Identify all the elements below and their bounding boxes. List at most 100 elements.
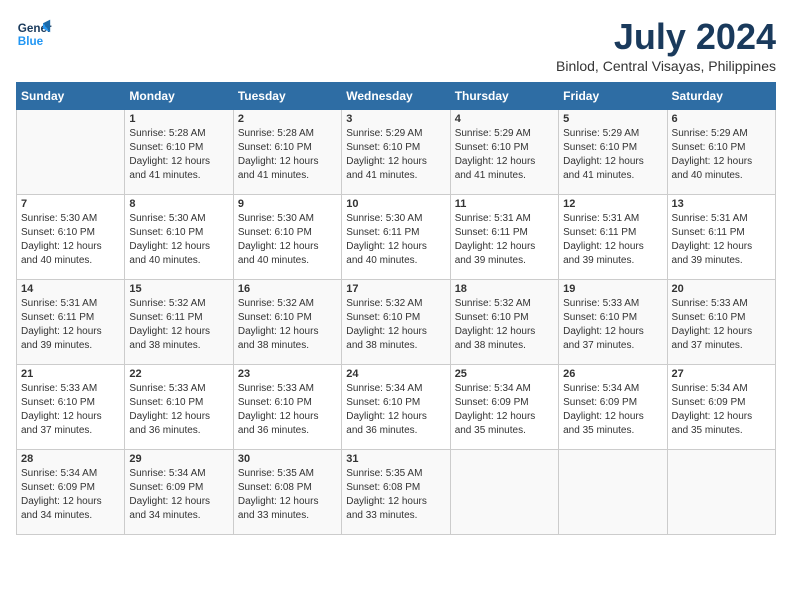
daylight-text: Daylight: 12 hours and 36 minutes. bbox=[346, 411, 427, 436]
calendar-cell: 10 Sunrise: 5:30 AM Sunset: 6:11 PM Dayl… bbox=[342, 195, 450, 280]
daylight-text: Daylight: 12 hours and 41 minutes. bbox=[129, 156, 210, 181]
cell-info: Sunrise: 5:34 AM Sunset: 6:09 PM Dayligh… bbox=[21, 467, 120, 523]
sunrise-text: Sunrise: 5:30 AM bbox=[238, 213, 314, 224]
day-number: 13 bbox=[672, 198, 771, 210]
calendar-cell: 19 Sunrise: 5:33 AM Sunset: 6:10 PM Dayl… bbox=[559, 280, 667, 365]
day-number: 21 bbox=[21, 368, 120, 380]
daylight-text: Daylight: 12 hours and 39 minutes. bbox=[455, 241, 536, 266]
cell-info: Sunrise: 5:35 AM Sunset: 6:08 PM Dayligh… bbox=[346, 467, 445, 523]
sunrise-text: Sunrise: 5:33 AM bbox=[129, 383, 205, 394]
location-title: Binlod, Central Visayas, Philippines bbox=[556, 58, 776, 74]
daylight-text: Daylight: 12 hours and 41 minutes. bbox=[238, 156, 319, 181]
cell-info: Sunrise: 5:29 AM Sunset: 6:10 PM Dayligh… bbox=[672, 127, 771, 183]
day-number: 19 bbox=[563, 283, 662, 295]
sunset-text: Sunset: 6:09 PM bbox=[455, 397, 529, 408]
day-number: 9 bbox=[238, 198, 337, 210]
daylight-text: Daylight: 12 hours and 34 minutes. bbox=[129, 496, 210, 521]
daylight-text: Daylight: 12 hours and 37 minutes. bbox=[563, 326, 644, 351]
sunset-text: Sunset: 6:10 PM bbox=[238, 312, 312, 323]
sunset-text: Sunset: 6:10 PM bbox=[129, 227, 203, 238]
cell-info: Sunrise: 5:33 AM Sunset: 6:10 PM Dayligh… bbox=[238, 382, 337, 438]
cell-info: Sunrise: 5:34 AM Sunset: 6:09 PM Dayligh… bbox=[129, 467, 228, 523]
sunrise-text: Sunrise: 5:31 AM bbox=[21, 298, 97, 309]
sunrise-text: Sunrise: 5:31 AM bbox=[672, 213, 748, 224]
calendar-week-3: 14 Sunrise: 5:31 AM Sunset: 6:11 PM Dayl… bbox=[17, 280, 776, 365]
daylight-text: Daylight: 12 hours and 41 minutes. bbox=[346, 156, 427, 181]
sunrise-text: Sunrise: 5:34 AM bbox=[455, 383, 531, 394]
daylight-text: Daylight: 12 hours and 40 minutes. bbox=[21, 241, 102, 266]
day-number: 30 bbox=[238, 453, 337, 465]
day-number: 20 bbox=[672, 283, 771, 295]
day-number: 27 bbox=[672, 368, 771, 380]
calendar-cell: 26 Sunrise: 5:34 AM Sunset: 6:09 PM Dayl… bbox=[559, 365, 667, 450]
daylight-text: Daylight: 12 hours and 33 minutes. bbox=[346, 496, 427, 521]
cell-info: Sunrise: 5:33 AM Sunset: 6:10 PM Dayligh… bbox=[672, 297, 771, 353]
calendar-cell: 30 Sunrise: 5:35 AM Sunset: 6:08 PM Dayl… bbox=[233, 450, 341, 535]
cell-info: Sunrise: 5:28 AM Sunset: 6:10 PM Dayligh… bbox=[238, 127, 337, 183]
calendar-table: SundayMondayTuesdayWednesdayThursdayFrid… bbox=[16, 82, 776, 535]
daylight-text: Daylight: 12 hours and 41 minutes. bbox=[563, 156, 644, 181]
day-number: 22 bbox=[129, 368, 228, 380]
sunrise-text: Sunrise: 5:29 AM bbox=[563, 128, 639, 139]
cell-info: Sunrise: 5:31 AM Sunset: 6:11 PM Dayligh… bbox=[455, 212, 554, 268]
cell-info: Sunrise: 5:30 AM Sunset: 6:10 PM Dayligh… bbox=[238, 212, 337, 268]
calendar-cell: 1 Sunrise: 5:28 AM Sunset: 6:10 PM Dayli… bbox=[125, 110, 233, 195]
calendar-cell: 13 Sunrise: 5:31 AM Sunset: 6:11 PM Dayl… bbox=[667, 195, 775, 280]
daylight-text: Daylight: 12 hours and 35 minutes. bbox=[563, 411, 644, 436]
cell-info: Sunrise: 5:29 AM Sunset: 6:10 PM Dayligh… bbox=[563, 127, 662, 183]
calendar-cell: 8 Sunrise: 5:30 AM Sunset: 6:10 PM Dayli… bbox=[125, 195, 233, 280]
day-number: 3 bbox=[346, 113, 445, 125]
sunset-text: Sunset: 6:11 PM bbox=[563, 227, 636, 238]
cell-info: Sunrise: 5:33 AM Sunset: 6:10 PM Dayligh… bbox=[563, 297, 662, 353]
sunset-text: Sunset: 6:11 PM bbox=[346, 227, 419, 238]
sunset-text: Sunset: 6:10 PM bbox=[346, 397, 420, 408]
day-number: 5 bbox=[563, 113, 662, 125]
month-title: July 2024 bbox=[556, 16, 776, 58]
calendar-cell bbox=[559, 450, 667, 535]
calendar-cell: 25 Sunrise: 5:34 AM Sunset: 6:09 PM Dayl… bbox=[450, 365, 558, 450]
calendar-cell: 20 Sunrise: 5:33 AM Sunset: 6:10 PM Dayl… bbox=[667, 280, 775, 365]
calendar-week-4: 21 Sunrise: 5:33 AM Sunset: 6:10 PM Dayl… bbox=[17, 365, 776, 450]
sunset-text: Sunset: 6:10 PM bbox=[129, 142, 203, 153]
daylight-text: Daylight: 12 hours and 35 minutes. bbox=[672, 411, 753, 436]
sunrise-text: Sunrise: 5:33 AM bbox=[672, 298, 748, 309]
sunset-text: Sunset: 6:10 PM bbox=[238, 227, 312, 238]
daylight-text: Daylight: 12 hours and 40 minutes. bbox=[238, 241, 319, 266]
calendar-cell: 18 Sunrise: 5:32 AM Sunset: 6:10 PM Dayl… bbox=[450, 280, 558, 365]
daylight-text: Daylight: 12 hours and 38 minutes. bbox=[346, 326, 427, 351]
cell-info: Sunrise: 5:35 AM Sunset: 6:08 PM Dayligh… bbox=[238, 467, 337, 523]
cell-info: Sunrise: 5:28 AM Sunset: 6:10 PM Dayligh… bbox=[129, 127, 228, 183]
cell-info: Sunrise: 5:32 AM Sunset: 6:10 PM Dayligh… bbox=[238, 297, 337, 353]
calendar-cell: 15 Sunrise: 5:32 AM Sunset: 6:11 PM Dayl… bbox=[125, 280, 233, 365]
header-day-thursday: Thursday bbox=[450, 83, 558, 110]
day-number: 14 bbox=[21, 283, 120, 295]
logo-icon: General Blue bbox=[16, 16, 52, 52]
calendar-cell: 6 Sunrise: 5:29 AM Sunset: 6:10 PM Dayli… bbox=[667, 110, 775, 195]
sunrise-text: Sunrise: 5:32 AM bbox=[455, 298, 531, 309]
cell-info: Sunrise: 5:29 AM Sunset: 6:10 PM Dayligh… bbox=[455, 127, 554, 183]
day-number: 4 bbox=[455, 113, 554, 125]
calendar-cell: 9 Sunrise: 5:30 AM Sunset: 6:10 PM Dayli… bbox=[233, 195, 341, 280]
sunset-text: Sunset: 6:10 PM bbox=[346, 142, 420, 153]
day-number: 25 bbox=[455, 368, 554, 380]
calendar-cell: 22 Sunrise: 5:33 AM Sunset: 6:10 PM Dayl… bbox=[125, 365, 233, 450]
cell-info: Sunrise: 5:32 AM Sunset: 6:10 PM Dayligh… bbox=[346, 297, 445, 353]
sunset-text: Sunset: 6:11 PM bbox=[672, 227, 745, 238]
sunset-text: Sunset: 6:10 PM bbox=[21, 397, 95, 408]
cell-info: Sunrise: 5:30 AM Sunset: 6:10 PM Dayligh… bbox=[21, 212, 120, 268]
day-number: 6 bbox=[672, 113, 771, 125]
cell-info: Sunrise: 5:31 AM Sunset: 6:11 PM Dayligh… bbox=[21, 297, 120, 353]
sunset-text: Sunset: 6:10 PM bbox=[455, 142, 529, 153]
daylight-text: Daylight: 12 hours and 39 minutes. bbox=[672, 241, 753, 266]
calendar-cell: 29 Sunrise: 5:34 AM Sunset: 6:09 PM Dayl… bbox=[125, 450, 233, 535]
page-header: General Blue July 2024 Binlod, Central V… bbox=[16, 16, 776, 74]
cell-info: Sunrise: 5:31 AM Sunset: 6:11 PM Dayligh… bbox=[563, 212, 662, 268]
sunset-text: Sunset: 6:11 PM bbox=[455, 227, 528, 238]
day-number: 18 bbox=[455, 283, 554, 295]
sunset-text: Sunset: 6:11 PM bbox=[129, 312, 202, 323]
calendar-cell: 7 Sunrise: 5:30 AM Sunset: 6:10 PM Dayli… bbox=[17, 195, 125, 280]
calendar-cell: 4 Sunrise: 5:29 AM Sunset: 6:10 PM Dayli… bbox=[450, 110, 558, 195]
cell-info: Sunrise: 5:31 AM Sunset: 6:11 PM Dayligh… bbox=[672, 212, 771, 268]
daylight-text: Daylight: 12 hours and 37 minutes. bbox=[21, 411, 102, 436]
calendar-cell: 23 Sunrise: 5:33 AM Sunset: 6:10 PM Dayl… bbox=[233, 365, 341, 450]
